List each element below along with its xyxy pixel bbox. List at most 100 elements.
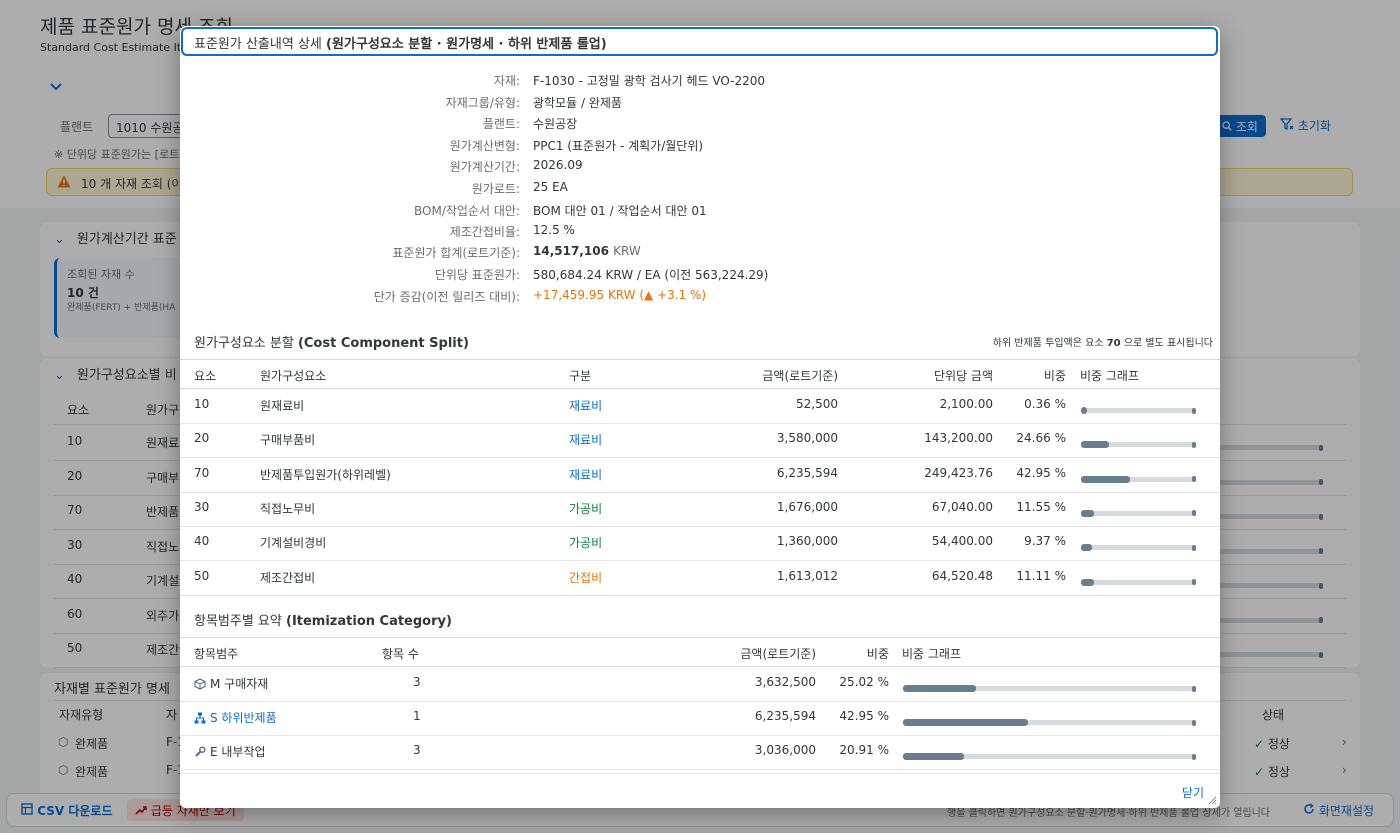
info-row: BOM/작업순서 대안: BOM 대안 01 / 작업순서 대안 01 [180,202,1220,222]
share-bar-end [1192,753,1196,760]
cell-amount: 6,235,594 [754,709,816,724]
info-label: 원가계산기간: [449,160,520,175]
cube-icon [194,678,206,690]
close-button[interactable]: 닫기 [1182,784,1204,801]
cell-amount: 3,036,000 [754,743,816,758]
ccs-table-row[interactable]: 30 직접노무비 가공비 1,676,000 67,040.00 11.55 % [180,493,1220,527]
cell-item-category[interactable]: S 하위반제품 [194,709,277,726]
ccs-table-header: 요소 원가구성요소 구분 금액(로트기준) 단위당 금액 비중 비중 그래프 [180,359,1220,389]
col-header-share-chart: 비중 그래프 [902,647,962,661]
ccs-table-row[interactable]: 40 기계설비경비 가공비 1,360,000 54,400.00 9.37 % [180,527,1220,562]
info-value: F-1030 - 고정밀 광학 검사기 헤드 VO-2200 [533,74,766,88]
share-bar-fill [1081,509,1095,517]
cell-component: 반제품투입원가(하위레벨) [260,467,391,482]
col-header-category[interactable]: 구분 [569,367,591,384]
info-label: 플랜트: [482,117,520,132]
cell-code: 70 [194,465,210,480]
icat-table-row[interactable]: E 내부작업 3 3,036,000 20.91 % [180,736,1220,771]
item-category-label: M 구매자재 [210,677,269,691]
col-header-share-chart: 비중 그래프 [1080,369,1140,383]
wrench-icon [194,746,206,758]
ccs-table-row[interactable]: 50 제조간접비 간접비 1,613,012 64,520.48 11.11 % [180,562,1220,596]
col-header-amount[interactable]: 금액(로트기준) [762,367,838,384]
ccs-table-row[interactable]: 20 구매부품비 재료비 3,580,000 143,200.00 24.66 % [180,424,1220,459]
cell-category: 재료비 [569,399,603,413]
share-bar [1081,509,1196,517]
cell-unit-amount: 249,423.76 [924,465,993,480]
col-header-item-category[interactable]: 항목범주 [194,645,238,662]
info-value: 2026.09 [533,158,583,173]
info-row: 자재그룹/유형: 광학모듈 / 완제품 [180,94,1220,114]
info-row: 원가계산기간: 2026.09 [180,158,1220,178]
cell-share: 25.02 % [839,675,889,689]
unit-cost-value: 580,684.24 KRW / EA (이전 563,224.29) [533,268,769,282]
cell-code: 40 [194,534,210,549]
ccs-title-kr: 원가구성요소 분할 [194,336,294,351]
cell-category: 가공비 [569,501,603,516]
note-code: 70 [1106,338,1121,349]
cell-amount: 3,580,000 [776,431,838,446]
share-bar-fill [1081,544,1092,552]
col-header-item-count[interactable]: 항목 수 [382,645,419,662]
share-bar-end [1192,441,1196,448]
col-header-share[interactable]: 비중 [867,645,889,662]
cell-unit-amount: 2,100.00 [939,397,993,411]
icat-table-row[interactable]: S 하위반제품 1 6,235,594 42.95 % [180,702,1220,737]
cell-item-category: M 구매자재 [194,675,268,692]
cell-amount: 3,632,500 [754,675,816,689]
hierarchy-icon [194,712,206,724]
dialog-title-sub: (원가구성요소 분할 · 원가명세 · 하위 반제품 롤업) [326,37,607,52]
info-label: BOM/작업순서 대안: [414,203,520,218]
share-bar-end [1192,544,1196,551]
info-value: PPC1 (표준원가 - 계획가/월단위) [533,138,704,153]
share-bar-fill [1081,475,1130,483]
share-bar-fill [903,753,965,761]
total-cost-value: 14,517,106 KRW [533,244,641,258]
col-header-component[interactable]: 원가구성요소 [260,367,326,384]
share-bar [1081,407,1196,414]
icat-title-en: (Itemization Category) [286,614,452,629]
info-label: 단가 증감(이전 릴리즈 대비): [373,290,520,304]
share-bar [903,719,1196,727]
info-row: 자재: F-1030 - 고정밀 광학 검사기 헤드 VO-2200 [180,72,1220,92]
info-row-delta: 단가 증감(이전 릴리즈 대비): +17,459.95 KRW (▲ +3.1… [180,288,1220,308]
cell-category: 가공비 [569,536,603,551]
cell-share: 42.95 % [839,709,889,724]
cell-amount: 6,235,594 [776,465,838,480]
col-header-code[interactable]: 요소 [194,367,216,384]
cell-category: 재료비 [569,433,603,448]
share-bar [903,753,1196,761]
dialog-footer: 닫기 [180,773,1220,808]
info-row-total: 표준원가 합계(로트기준): 14,517,106 KRW [180,244,1220,264]
info-row: 원가계산변형: PPC1 (표준원가 - 계획가/월단위) [180,137,1220,157]
cell-share: 11.55 % [1016,499,1066,514]
cell-category: 간접비 [569,570,603,585]
cell-category: 재료비 [569,467,603,482]
ccs-table-row[interactable]: 10 원재료비 재료비 52,500 2,100.00 0.36 % [180,390,1220,424]
col-header-unit-amount[interactable]: 단위당 금액 [934,367,993,384]
dialog-title: 표준원가 산출내역 상세 (원가구성요소 분할 · 원가명세 · 하위 반제품 … [181,27,1218,56]
cell-component: 기계설비경비 [260,536,327,551]
info-label: 원가계산변형: [449,138,520,153]
share-bar-fill [1081,441,1110,449]
icat-table-row[interactable]: M 구매자재 3 3,632,500 25.02 % [180,668,1220,702]
col-header-amount[interactable]: 금액(로트기준) [740,645,816,662]
share-bar [1081,578,1196,586]
cell-item-count: 1 [413,709,421,724]
info-value: 12.5 % [533,223,575,238]
item-category-label: S 하위반제품 [210,711,277,726]
share-bar-end [1192,407,1196,414]
ccs-title-en: (Cost Component Split) [297,336,469,351]
resize-handle-icon[interactable] [1208,796,1217,805]
cell-component: 제조간접비 [260,570,316,585]
ccs-note: 하위 반제품 투입액은 요소 70 으로 별도 표시됩니다 [993,334,1213,349]
col-header-share[interactable]: 비중 [1044,367,1066,384]
info-row-unit-cost: 단위당 표준원가: 580,684.24 KRW / EA (이전 563,22… [180,266,1220,286]
cell-item-count: 3 [413,675,421,689]
icat-section-title: 항목범주별 요약 (Itemization Category) [194,610,452,629]
cell-item-category: E 내부작업 [194,743,266,760]
ccs-table-row[interactable]: 70 반제품투입원가(하위레벨) 재료비 6,235,594 249,423.76 42.… [180,459,1220,493]
info-value: 수원공장 [533,117,578,132]
dialog-title-main: 표준원가 산출내역 상세 [194,37,322,52]
share-bar-end [1192,476,1196,483]
